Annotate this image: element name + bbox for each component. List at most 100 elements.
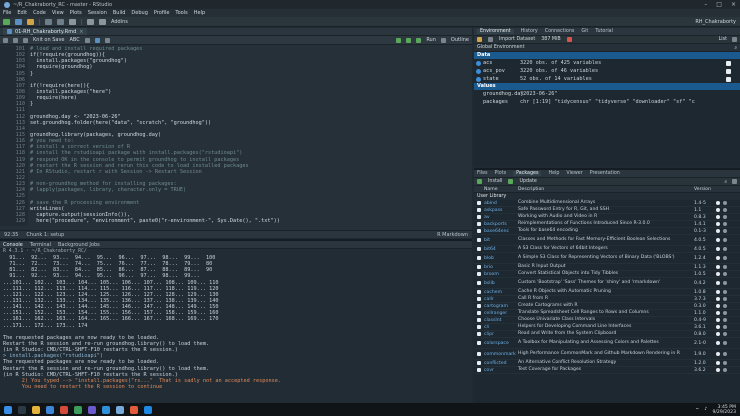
package-website-icon[interactable] <box>716 201 720 205</box>
package-name[interactable]: blob <box>484 256 518 261</box>
addins-menu[interactable]: Addins <box>111 19 128 25</box>
view-mode-select[interactable]: List <box>719 37 727 42</box>
tab-viewer[interactable]: Viewer <box>566 171 582 176</box>
package-website-icon[interactable] <box>716 247 720 251</box>
column-version[interactable]: Version <box>694 187 740 192</box>
tab-history[interactable]: History <box>521 29 538 34</box>
package-remove-icon[interactable] <box>723 318 727 322</box>
search-packages-icon[interactable]: ⌕ <box>724 179 727 185</box>
save-workspace-icon[interactable] <box>488 37 493 42</box>
menu-help[interactable]: Help <box>194 10 205 16</box>
console-output[interactable]: 91... 92... 93... 94... 95... 96... 97..… <box>0 255 472 390</box>
package-remove-icon[interactable] <box>723 361 727 365</box>
package-name[interactable]: bslib <box>484 281 518 286</box>
refresh-icon[interactable] <box>732 37 737 42</box>
package-website-icon[interactable] <box>716 222 720 226</box>
save-file-icon[interactable] <box>23 37 28 43</box>
minimize-icon[interactable]: – <box>704 1 707 8</box>
tab-git[interactable]: Git <box>581 29 588 34</box>
package-website-icon[interactable] <box>716 208 720 212</box>
package-website-icon[interactable] <box>716 318 720 322</box>
volume-icon[interactable]: ♪ <box>705 407 708 412</box>
outlook-icon[interactable] <box>102 405 110 414</box>
package-remove-icon[interactable] <box>723 304 727 308</box>
package-website-icon[interactable] <box>716 352 720 356</box>
package-name[interactable]: commonmark <box>484 352 518 357</box>
expand-icon[interactable] <box>476 77 481 82</box>
tab-console[interactable]: Console <box>3 242 23 248</box>
package-name[interactable]: clipr <box>484 332 518 337</box>
insert-chunk-icon[interactable] <box>396 37 402 43</box>
package-checkbox[interactable] <box>477 352 481 356</box>
package-name[interactable]: cellranger <box>484 311 518 316</box>
package-name[interactable]: backports <box>484 222 518 227</box>
package-checkbox[interactable] <box>477 318 481 322</box>
package-website-icon[interactable] <box>716 311 720 315</box>
package-remove-icon[interactable] <box>723 208 727 212</box>
package-website-icon[interactable] <box>716 272 720 276</box>
expand-icon[interactable] <box>476 61 481 66</box>
search-icon[interactable] <box>84 37 90 43</box>
clock[interactable]: 3:45 PM 9/29/2023 <box>712 405 736 415</box>
menu-debug[interactable]: Debug <box>131 10 147 16</box>
package-checkbox[interactable] <box>477 222 481 226</box>
package-name[interactable]: bit64 <box>484 247 518 252</box>
tab-connections[interactable]: Connections <box>545 29 575 34</box>
package-website-icon[interactable] <box>716 332 720 336</box>
env-row[interactable]: groundhog.day "2023-06-26" <box>474 90 740 98</box>
package-name[interactable]: colorspace <box>484 341 518 346</box>
menu-view[interactable]: View <box>52 10 64 16</box>
goto-file-icon[interactable] <box>87 18 94 25</box>
tab-plots[interactable]: Plots <box>495 171 507 176</box>
view-data-icon[interactable] <box>726 60 731 66</box>
package-website-icon[interactable] <box>716 297 720 301</box>
publish-icon[interactable] <box>440 37 446 43</box>
tab-background-jobs[interactable]: Background Jobs <box>58 242 100 248</box>
package-checkbox[interactable] <box>477 325 481 329</box>
chunk-down-icon[interactable] <box>416 37 422 43</box>
package-checkbox[interactable] <box>477 297 481 301</box>
package-checkbox[interactable] <box>477 256 481 260</box>
package-name[interactable]: cartogram <box>484 304 518 309</box>
package-name[interactable]: av <box>484 215 518 220</box>
knit-on-save-toggle[interactable]: Knit on Save <box>33 37 64 43</box>
menu-edit[interactable]: Edit <box>17 10 27 16</box>
package-checkbox[interactable] <box>477 265 481 269</box>
package-website-icon[interactable] <box>716 281 720 285</box>
package-name[interactable]: cachem <box>484 290 518 295</box>
package-name[interactable]: classInt <box>484 318 518 323</box>
package-website-icon[interactable] <box>716 304 720 308</box>
refresh-packages-icon[interactable] <box>732 178 737 184</box>
package-checkbox[interactable] <box>477 304 481 308</box>
package-remove-icon[interactable] <box>723 256 727 260</box>
package-checkbox[interactable] <box>477 229 481 233</box>
package-name[interactable]: base64enc <box>484 229 518 234</box>
menu-plots[interactable]: Plots <box>70 10 82 16</box>
package-name[interactable]: bit <box>484 238 518 243</box>
chrome-icon[interactable] <box>74 405 82 414</box>
tab-help[interactable]: Help <box>548 171 559 176</box>
package-checkbox[interactable] <box>477 247 481 251</box>
package-website-icon[interactable] <box>716 341 720 345</box>
expand-icon[interactable] <box>476 69 481 74</box>
tab-environment[interactable]: Environment <box>477 29 514 34</box>
tab-packages[interactable]: Packages <box>513 171 542 176</box>
package-remove-icon[interactable] <box>723 368 727 372</box>
package-remove-icon[interactable] <box>723 265 727 269</box>
package-remove-icon[interactable] <box>723 215 727 219</box>
code-area[interactable]: 101 102 103 104 105 106 107 108 109 110 111 112 113 1… <box>0 46 472 226</box>
tab-presentation[interactable]: Presentation <box>590 171 620 176</box>
save-all-icon[interactable] <box>57 18 64 25</box>
package-checkbox[interactable] <box>477 272 481 276</box>
menu-profile[interactable]: Profile <box>154 10 170 16</box>
app-taskbar-icon[interactable] <box>130 405 138 414</box>
package-checkbox[interactable] <box>477 332 481 336</box>
search-taskbar-icon[interactable] <box>18 405 26 414</box>
package-name[interactable]: callr <box>484 297 518 302</box>
start-icon[interactable] <box>4 405 12 414</box>
package-website-icon[interactable] <box>716 361 720 365</box>
package-remove-icon[interactable] <box>723 341 727 345</box>
env-row[interactable]: acs_pov 3220 obs. of 46 variables <box>474 67 740 75</box>
package-website-icon[interactable] <box>716 325 720 329</box>
package-checkbox[interactable] <box>477 311 481 315</box>
